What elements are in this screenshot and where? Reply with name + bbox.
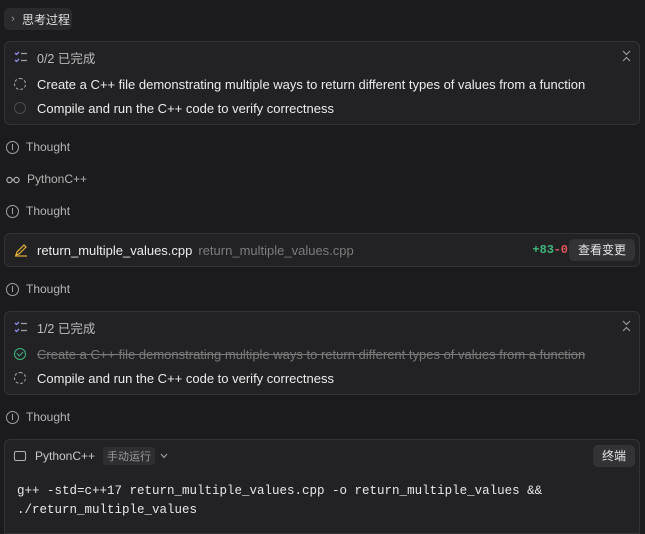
todo-card-header: 0/2 已完成 <box>5 42 639 72</box>
info-icon <box>6 140 19 154</box>
terminal-icon <box>14 451 26 461</box>
pending-icon <box>14 102 26 114</box>
terminal-card: PythonC++ 手动运行 终端 g++ -std=c++17 return_… <box>4 439 640 534</box>
info-icon <box>6 204 19 218</box>
file-path: return_multiple_values.cpp <box>198 242 354 258</box>
info-icon <box>6 410 19 424</box>
thought-row[interactable]: Thought <box>6 203 70 219</box>
info-icon <box>6 282 19 296</box>
todo-item: Create a C++ file demonstrating multiple… <box>5 72 639 96</box>
thought-row[interactable]: Thought <box>6 139 70 155</box>
thought-label: Thought <box>26 282 71 296</box>
chevron-down-icon[interactable] <box>160 451 168 462</box>
thought-label: Thought <box>26 140 71 154</box>
todo-card-header: 1/2 已完成 <box>5 312 639 342</box>
todo-item: Create a C++ file demonstrating multiple… <box>5 342 639 366</box>
todo-progress: 1/2 已完成 <box>37 321 96 336</box>
todo-item: Compile and run the C++ code to verify c… <box>5 366 639 390</box>
thought-label: Thought <box>26 410 71 424</box>
thought-row[interactable]: Thought <box>6 281 70 297</box>
thinking-toggle-label: 思考过程 <box>22 12 71 27</box>
collapse-icon[interactable] <box>622 320 631 335</box>
todo-item-label: Compile and run the C++ code to verify c… <box>37 100 334 116</box>
todo-item-label: Create a C++ file demonstrating multiple… <box>37 76 586 92</box>
command-line: g++ -std=c++17 return_multiple_values.cp… <box>17 484 543 498</box>
command-text: g++ -std=c++17 return_multiple_values.cp… <box>5 472 639 520</box>
terminal-title: PythonC++ <box>35 449 96 463</box>
command-line: ./return_multiple_values <box>17 503 198 517</box>
todo-item-label: Create a C++ file demonstrating multiple… <box>37 346 586 362</box>
check-circle-icon <box>14 348 26 360</box>
lines-added: +83 <box>532 243 554 257</box>
in-progress-icon <box>14 78 26 90</box>
todo-progress: 0/2 已完成 <box>37 51 96 66</box>
edit-pen-icon <box>14 243 28 257</box>
thinking-toggle[interactable]: › 思考过程 <box>4 8 72 30</box>
run-mode-tag[interactable]: 手动运行 <box>103 447 156 465</box>
thought-label: Thought <box>26 204 71 218</box>
file-change-card[interactable]: return_multiple_values.cpp return_multip… <box>4 233 640 267</box>
thought-row[interactable]: Thought <box>6 409 70 425</box>
file-name[interactable]: return_multiple_values.cpp <box>37 243 192 258</box>
todo-item: Compile and run the C++ code to verify c… <box>5 96 639 120</box>
todo-card: 1/2 已完成 Create a C++ file demonstrating … <box>4 311 640 395</box>
view-changes-button[interactable]: 查看变更 <box>568 239 635 261</box>
collapse-icon[interactable] <box>622 50 631 65</box>
terminal-button[interactable]: 终端 <box>592 445 635 467</box>
glasses-icon <box>6 173 20 186</box>
todo-card: 0/2 已完成 Create a C++ file demonstrating … <box>4 41 640 125</box>
lines-removed: -0 <box>553 243 568 257</box>
checklist-icon <box>14 320 28 334</box>
tool-call-label: PythonC++ <box>27 172 88 186</box>
chevron-right-icon: › <box>11 13 15 25</box>
todo-item-label: Compile and run the C++ code to verify c… <box>37 370 334 386</box>
tool-call-row[interactable]: PythonC++ <box>6 171 87 187</box>
terminal-header: PythonC++ 手动运行 终端 <box>5 440 639 472</box>
in-progress-icon <box>14 372 26 384</box>
checklist-icon <box>14 50 28 64</box>
